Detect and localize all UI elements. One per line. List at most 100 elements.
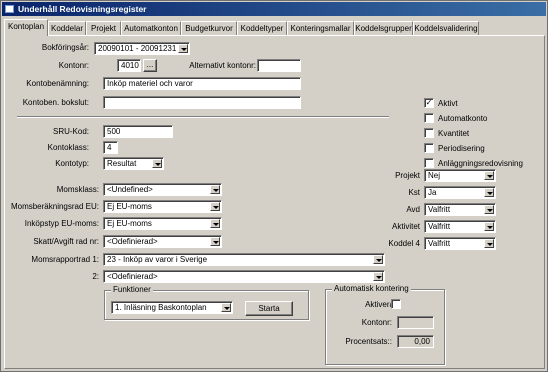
vat-report2-value: <Odefinierad> (107, 272, 158, 281)
chevron-down-icon[interactable] (484, 239, 494, 248)
anlaggning-checkbox[interactable] (424, 158, 434, 168)
vat-report2-label: 2: (92, 272, 99, 281)
vat-report-label: Momsrapportrad 1: (31, 255, 99, 264)
title-bar: Underhåll Redovisningsregister (2, 2, 546, 16)
alt-account-label: Alternativt kontonr: (189, 61, 256, 70)
avd-label: Avd (406, 205, 420, 214)
tab-koddelsgrupper[interactable]: Koddelsgrupper (354, 21, 413, 36)
active-checkbox[interactable]: ✓ (424, 98, 434, 108)
tab-koddeltyper[interactable]: Koddeltyper (237, 21, 287, 36)
class-label: Kontoklass: (47, 143, 89, 152)
projekt-label: Projekt (395, 171, 420, 180)
auto-percent-input[interactable]: 0,00 (397, 335, 434, 348)
window-title: Underhåll Redovisningsregister (18, 4, 147, 14)
vat-class-select[interactable]: <Undefined> (103, 183, 222, 196)
vat-eu-label: Momsberäkningsrad EU: (10, 202, 99, 211)
account-name-label: Kontobenämning: (26, 79, 89, 88)
chevron-down-icon[interactable] (484, 222, 494, 231)
aktivitet-value: Valfritt (428, 222, 451, 231)
class-input[interactable]: 4 (103, 141, 118, 154)
avd-value: Valfritt (428, 205, 451, 214)
chevron-down-icon[interactable] (373, 272, 383, 281)
auto-activate-label: Aktivera (365, 300, 394, 309)
sru-input[interactable]: 500 (103, 125, 173, 138)
avd-select[interactable]: Valfritt (424, 203, 496, 216)
functions-select[interactable]: 1. Inläsning Baskontoplan (111, 301, 233, 314)
periodisering-label: Periodisering (438, 144, 485, 153)
koddel4-label: Koddel 4 (388, 239, 420, 248)
tax-label: Skatt/Avgift rad nr: (33, 237, 99, 246)
projekt-value: Nej (428, 171, 441, 180)
functions-group-title: Funktioner (111, 285, 153, 294)
periodisering-checkbox[interactable] (424, 143, 434, 153)
vat-eu-value: Ej EU-moms (107, 202, 152, 211)
tab-projekt[interactable]: Projekt (86, 21, 121, 36)
chevron-down-icon[interactable] (210, 202, 220, 211)
tab-automatkonton[interactable]: Automatkonton (121, 21, 181, 36)
account-name-input[interactable]: Inköp materiel och varor (103, 77, 301, 90)
chevron-down-icon[interactable] (484, 188, 494, 197)
account-label: Kontonr: (58, 61, 89, 70)
auto-account-input[interactable] (397, 316, 434, 329)
fiscal-year-label: Bokföringsår: (41, 43, 89, 52)
tab-koddelsvalidering[interactable]: Koddelsvalidering (413, 21, 479, 36)
vat-class-label: Momsklass: (56, 185, 99, 194)
type-label: Kontotyp: (55, 159, 89, 168)
closing-name-input[interactable] (103, 96, 301, 109)
kvantitet-label: Kvantitet (438, 129, 470, 138)
vat-report-select[interactable]: 23 - Inköp av varor i Sverige (103, 253, 385, 266)
app-icon (5, 5, 14, 13)
chevron-down-icon[interactable] (152, 159, 162, 168)
chevron-down-icon[interactable] (210, 185, 220, 194)
chevron-down-icon[interactable] (178, 44, 188, 53)
auto-account-label: Kontonr: (361, 318, 392, 327)
kvantitet-checkbox[interactable] (424, 128, 434, 138)
kst-label: Kst (408, 188, 420, 197)
chevron-down-icon[interactable] (484, 205, 494, 214)
chevron-down-icon[interactable] (210, 237, 220, 246)
automatkonto-checkbox[interactable] (424, 113, 434, 123)
chevron-down-icon[interactable] (221, 303, 231, 312)
kst-select[interactable]: Ja (424, 186, 496, 199)
vat-class-value: <Undefined> (107, 185, 153, 194)
kst-value: Ja (428, 188, 437, 197)
koddel4-value: Valfritt (428, 239, 451, 248)
account-lookup-button[interactable]: ... (143, 59, 157, 72)
vat-report-value: 23 - Inköp av varor i Sverige (107, 255, 208, 264)
purchase-vat-label: Inköpstyp EU-moms: (24, 219, 99, 228)
auto-percent-label: Procentsats:: (345, 337, 392, 346)
kontoplan-panel: Bokföringsår: 20090101 - 20091231 Konton… (4, 35, 545, 369)
tab-konteringsmallar[interactable]: Konteringsmallar (287, 21, 354, 36)
automatkonto-label: Automatkonto (438, 114, 488, 123)
main-window: Underhåll Redovisningsregister Kontoplan… (0, 0, 548, 372)
projekt-select[interactable]: Nej (424, 169, 496, 182)
tab-kontoplan[interactable]: Kontoplan (4, 19, 48, 36)
tax-value: <Odefinierad> (107, 237, 158, 246)
section-divider (17, 116, 389, 118)
auto-activate-checkbox[interactable] (391, 299, 401, 309)
anlaggning-label: Anläggningsredovisning (438, 159, 523, 168)
type-value: Resultat (107, 159, 137, 168)
purchase-vat-select[interactable]: Ej EU-moms (103, 217, 222, 230)
auto-kontering-title: Automatisk kontering (332, 284, 411, 293)
fiscal-year-value: 20090101 - 20091231 (98, 44, 177, 53)
active-label: Aktivt (438, 99, 458, 108)
type-select[interactable]: Resultat (103, 157, 164, 170)
alt-account-input[interactable] (257, 59, 301, 72)
tab-budgetkurvor[interactable]: Budgetkurvor (181, 21, 237, 36)
chevron-down-icon[interactable] (210, 219, 220, 228)
koddel4-select[interactable]: Valfritt (424, 237, 496, 250)
chevron-down-icon[interactable] (484, 171, 494, 180)
fiscal-year-select[interactable]: 20090101 - 20091231 (94, 42, 190, 55)
chevron-down-icon[interactable] (373, 255, 383, 264)
aktivitet-select[interactable]: Valfritt (424, 220, 496, 233)
functions-value: 1. Inläsning Baskontoplan (115, 303, 207, 312)
vat-eu-select[interactable]: Ej EU-moms (103, 200, 222, 213)
tab-koddelar[interactable]: Koddelar (48, 21, 86, 36)
aktivitet-label: Aktivitet (391, 222, 420, 231)
account-input[interactable]: 4010 (117, 59, 141, 72)
sru-label: SRU-Kod: (52, 127, 89, 136)
start-button[interactable]: Starta (245, 301, 293, 316)
tax-select[interactable]: <Odefinierad> (103, 235, 222, 248)
vat-report2-select[interactable]: <Odefinierad> (103, 270, 385, 283)
